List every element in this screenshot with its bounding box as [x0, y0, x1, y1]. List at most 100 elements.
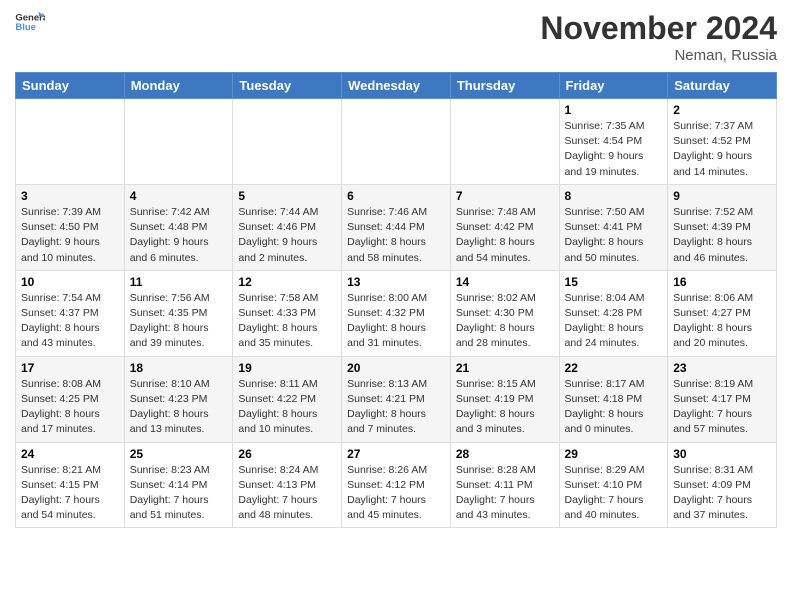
day-cell: 2 Sunrise: 7:37 AM Sunset: 4:52 PM Daylig…	[668, 99, 777, 185]
header-wednesday: Wednesday	[342, 73, 451, 99]
header-sunday: Sunday	[16, 73, 125, 99]
day-info: Sunrise: 7:52 AM Sunset: 4:39 PM Dayligh…	[673, 205, 771, 266]
day-info: Sunrise: 8:04 AM Sunset: 4:28 PM Dayligh…	[565, 291, 663, 352]
header-thursday: Thursday	[450, 73, 559, 99]
day-number: 16	[673, 275, 771, 289]
day-number: 19	[238, 361, 336, 375]
location-title: Neman, Russia	[540, 47, 777, 64]
day-number: 12	[238, 275, 336, 289]
day-cell: 19Sunrise: 8:11 AM Sunset: 4:22 PM Dayli…	[233, 356, 342, 442]
day-info: Sunrise: 7:39 AM Sunset: 4:50 PM Dayligh…	[21, 205, 119, 266]
day-cell: 14 Sunrise: 8:02 AM Sunset: 4:30 PM Dayli…	[450, 270, 559, 356]
day-info: Sunrise: 8:28 AM Sunset: 4:11 PM Dayligh…	[456, 463, 554, 524]
day-number: 23	[673, 361, 771, 375]
day-number: 28	[456, 447, 554, 461]
day-cell: 3Sunrise: 7:39 AM Sunset: 4:50 PM Daylig…	[16, 184, 125, 270]
day-info: Sunrise: 7:46 AM Sunset: 4:44 PM Dayligh…	[347, 205, 445, 266]
day-cell: 12 Sunrise: 7:58 AM Sunset: 4:33 PM Dayli…	[233, 270, 342, 356]
day-info: Sunrise: 7:44 AM Sunset: 4:46 PM Dayligh…	[238, 205, 336, 266]
day-cell: 29 Sunrise: 8:29 AM Sunset: 4:10 PM Dayli…	[559, 442, 668, 528]
day-number: 14	[456, 275, 554, 289]
day-info: Sunrise: 8:24 AM Sunset: 4:13 PM Dayligh…	[238, 463, 336, 524]
day-info: Sunrise: 8:21 AM Sunset: 4:15 PM Dayligh…	[21, 463, 119, 524]
day-number: 13	[347, 275, 445, 289]
week-row-1: 1 Sunrise: 7:35 AM Sunset: 4:54 PM Daylig…	[16, 99, 777, 185]
day-number: 20	[347, 361, 445, 375]
calendar-container: General Blue November 2024 Neman, Russia…	[0, 0, 792, 538]
day-number: 17	[21, 361, 119, 375]
header: General Blue November 2024 Neman, Russia	[15, 10, 777, 64]
day-number: 18	[130, 361, 228, 375]
day-cell	[450, 99, 559, 185]
week-row-2: 3Sunrise: 7:39 AM Sunset: 4:50 PM Daylig…	[16, 184, 777, 270]
day-info: Sunrise: 8:29 AM Sunset: 4:10 PM Dayligh…	[565, 463, 663, 524]
day-cell: 25Sunrise: 8:23 AM Sunset: 4:14 PM Dayli…	[124, 442, 233, 528]
day-cell: 22 Sunrise: 8:17 AM Sunset: 4:18 PM Dayli…	[559, 356, 668, 442]
day-info: Sunrise: 7:35 AM Sunset: 4:54 PM Dayligh…	[565, 119, 663, 180]
day-info: Sunrise: 8:13 AM Sunset: 4:21 PM Dayligh…	[347, 377, 445, 438]
day-number: 10	[21, 275, 119, 289]
day-cell: 20 Sunrise: 8:13 AM Sunset: 4:21 PM Dayli…	[342, 356, 451, 442]
day-cell: 30Sunrise: 8:31 AM Sunset: 4:09 PM Dayli…	[668, 442, 777, 528]
logo: General Blue	[15, 10, 45, 32]
day-number: 29	[565, 447, 663, 461]
day-info: Sunrise: 8:17 AM Sunset: 4:18 PM Dayligh…	[565, 377, 663, 438]
day-cell: 13 Sunrise: 8:00 AM Sunset: 4:32 PM Dayli…	[342, 270, 451, 356]
day-cell: 16 Sunrise: 8:06 AM Sunset: 4:27 PM Dayli…	[668, 270, 777, 356]
day-number: 8	[565, 189, 663, 203]
day-info: Sunrise: 7:37 AM Sunset: 4:52 PM Dayligh…	[673, 119, 771, 180]
day-cell: 4 Sunrise: 7:42 AM Sunset: 4:48 PM Daylig…	[124, 184, 233, 270]
day-cell: 6 Sunrise: 7:46 AM Sunset: 4:44 PM Daylig…	[342, 184, 451, 270]
day-number: 27	[347, 447, 445, 461]
day-info: Sunrise: 8:10 AM Sunset: 4:23 PM Dayligh…	[130, 377, 228, 438]
day-cell: 10Sunrise: 7:54 AM Sunset: 4:37 PM Dayli…	[16, 270, 125, 356]
day-cell: 8 Sunrise: 7:50 AM Sunset: 4:41 PM Daylig…	[559, 184, 668, 270]
day-number: 26	[238, 447, 336, 461]
day-number: 7	[456, 189, 554, 203]
day-cell: 15Sunrise: 8:04 AM Sunset: 4:28 PM Dayli…	[559, 270, 668, 356]
day-info: Sunrise: 8:06 AM Sunset: 4:27 PM Dayligh…	[673, 291, 771, 352]
header-saturday: Saturday	[668, 73, 777, 99]
logo-icon: General Blue	[15, 10, 45, 32]
day-cell: 5Sunrise: 7:44 AM Sunset: 4:46 PM Daylig…	[233, 184, 342, 270]
title-section: November 2024 Neman, Russia	[540, 10, 777, 64]
day-info: Sunrise: 7:58 AM Sunset: 4:33 PM Dayligh…	[238, 291, 336, 352]
day-cell: 18 Sunrise: 8:10 AM Sunset: 4:23 PM Dayli…	[124, 356, 233, 442]
header-monday: Monday	[124, 73, 233, 99]
day-cell: 21Sunrise: 8:15 AM Sunset: 4:19 PM Dayli…	[450, 356, 559, 442]
day-number: 1	[565, 103, 663, 117]
day-cell: 1 Sunrise: 7:35 AM Sunset: 4:54 PM Daylig…	[559, 99, 668, 185]
day-info: Sunrise: 7:50 AM Sunset: 4:41 PM Dayligh…	[565, 205, 663, 266]
day-number: 24	[21, 447, 119, 461]
day-number: 4	[130, 189, 228, 203]
day-cell: 27 Sunrise: 8:26 AM Sunset: 4:12 PM Dayli…	[342, 442, 451, 528]
day-cell	[16, 99, 125, 185]
day-cell: 7 Sunrise: 7:48 AM Sunset: 4:42 PM Daylig…	[450, 184, 559, 270]
day-cell: 9 Sunrise: 7:52 AM Sunset: 4:39 PM Daylig…	[668, 184, 777, 270]
month-title: November 2024	[540, 10, 777, 47]
day-info: Sunrise: 7:48 AM Sunset: 4:42 PM Dayligh…	[456, 205, 554, 266]
day-info: Sunrise: 8:02 AM Sunset: 4:30 PM Dayligh…	[456, 291, 554, 352]
week-row-4: 17Sunrise: 8:08 AM Sunset: 4:25 PM Dayli…	[16, 356, 777, 442]
day-cell	[233, 99, 342, 185]
day-number: 6	[347, 189, 445, 203]
day-number: 11	[130, 275, 228, 289]
day-number: 2	[673, 103, 771, 117]
day-info: Sunrise: 8:23 AM Sunset: 4:14 PM Dayligh…	[130, 463, 228, 524]
header-tuesday: Tuesday	[233, 73, 342, 99]
day-info: Sunrise: 8:26 AM Sunset: 4:12 PM Dayligh…	[347, 463, 445, 524]
svg-text:Blue: Blue	[15, 22, 36, 32]
day-number: 30	[673, 447, 771, 461]
calendar-table: Sunday Monday Tuesday Wednesday Thursday…	[15, 72, 777, 528]
day-cell	[124, 99, 233, 185]
day-cell: 28 Sunrise: 8:28 AM Sunset: 4:11 PM Dayli…	[450, 442, 559, 528]
day-number: 9	[673, 189, 771, 203]
weekday-header-row: Sunday Monday Tuesday Wednesday Thursday…	[16, 73, 777, 99]
day-cell: 11Sunrise: 7:56 AM Sunset: 4:35 PM Dayli…	[124, 270, 233, 356]
day-info: Sunrise: 8:19 AM Sunset: 4:17 PM Dayligh…	[673, 377, 771, 438]
day-info: Sunrise: 8:00 AM Sunset: 4:32 PM Dayligh…	[347, 291, 445, 352]
week-row-3: 10Sunrise: 7:54 AM Sunset: 4:37 PM Dayli…	[16, 270, 777, 356]
day-info: Sunrise: 7:42 AM Sunset: 4:48 PM Dayligh…	[130, 205, 228, 266]
day-cell	[342, 99, 451, 185]
day-number: 22	[565, 361, 663, 375]
